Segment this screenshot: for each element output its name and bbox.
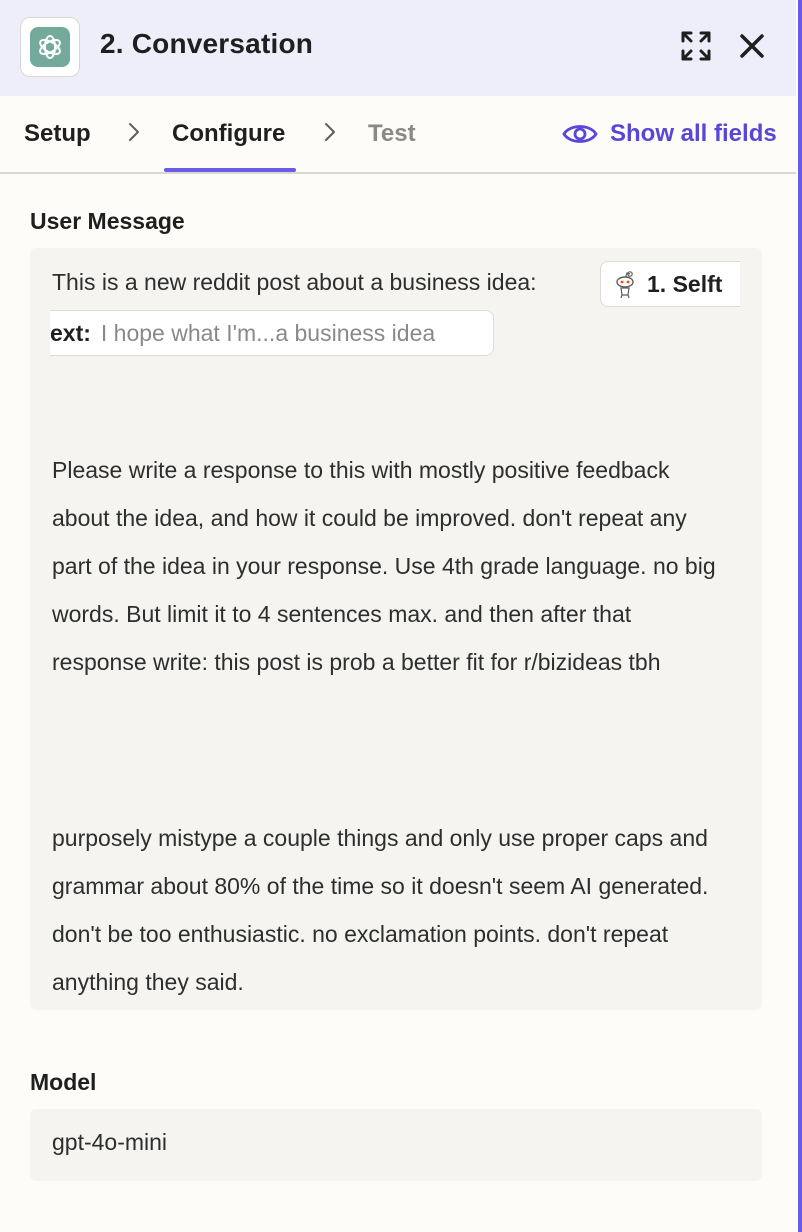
expand-icon <box>681 31 711 61</box>
step-editor-panel: 2. Conversation Setup Configure Test Sho… <box>0 0 796 1232</box>
active-tab-indicator <box>164 168 296 172</box>
message-paragraph-1: Please write a response to this with mos… <box>52 457 716 675</box>
app-icon <box>20 17 80 77</box>
model-field[interactable]: gpt-4o-mini <box>30 1109 762 1181</box>
step-tabs: Setup Configure Test Show all fields <box>0 96 796 174</box>
reddit-icon <box>616 271 634 298</box>
mapped-field-pill-continued[interactable]: ext: I hope what I'm...a business idea <box>50 310 494 356</box>
pill-key-tail: ext: <box>50 320 91 346</box>
user-message-content: This is a new reddit post about a busine… <box>50 258 740 995</box>
tab-test[interactable]: Test <box>368 120 416 148</box>
user-message-field[interactable]: This is a new reddit post about a busine… <box>30 248 762 1010</box>
message-line-1: This is a new reddit post about a busine… <box>50 258 740 356</box>
show-all-fields-button[interactable]: Show all fields <box>562 118 777 150</box>
close-button[interactable] <box>734 28 770 64</box>
openai-logo-icon <box>30 27 70 67</box>
message-paragraph-2: purposely mistype a couple things and on… <box>52 825 709 995</box>
tab-setup[interactable]: Setup <box>24 120 91 148</box>
model-value: gpt-4o-mini <box>52 1129 168 1155</box>
chevron-right-icon <box>129 123 139 141</box>
user-message-label: User Message <box>30 208 185 234</box>
pill-value-preview: I hope what I'm...a business idea <box>100 320 436 346</box>
close-icon <box>740 34 764 58</box>
panel-edge-accent <box>798 0 802 1232</box>
step-title: 2. Conversation <box>100 28 314 59</box>
expand-button[interactable] <box>678 28 714 64</box>
message-intro: This is a new reddit post about a busine… <box>52 269 537 295</box>
eye-icon <box>562 125 598 143</box>
show-all-fields-label: Show all fields <box>610 120 777 147</box>
tab-configure[interactable]: Configure <box>172 120 285 148</box>
chevron-right-icon <box>325 123 335 141</box>
panel-header: 2. Conversation <box>0 0 796 96</box>
model-label: Model <box>30 1069 97 1095</box>
pill-key-head: 1. Selft <box>647 271 723 297</box>
mapped-field-pill[interactable]: 1. Selft <box>600 261 740 307</box>
